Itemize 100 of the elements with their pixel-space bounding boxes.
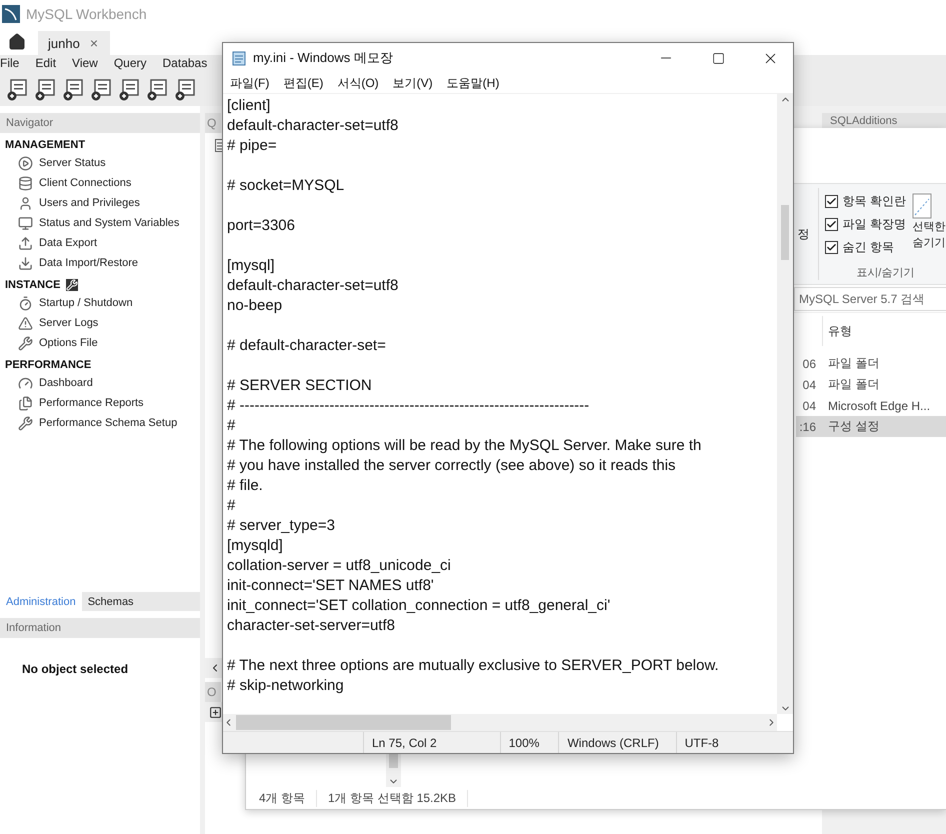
panel-header: Information [0, 618, 200, 638]
navigator-item[interactable]: Performance Schema Setup [0, 413, 200, 433]
sidebar-tab[interactable]: Administration [0, 592, 82, 611]
scroll-thumb[interactable] [781, 205, 789, 260]
table-cell-text: Microsoft Edge H... [827, 398, 932, 412]
search-field[interactable]: MySQL Server 5.7 검색 [794, 286, 946, 310]
code-line: # you have installed the server correctly (see above) so it reads this [227, 457, 676, 474]
code-line: # [227, 497, 236, 514]
files-icon [18, 396, 33, 410]
table-cell-text: 06 [802, 356, 816, 370]
hide-selected-button[interactable]: 선택한 숨기기 [912, 193, 946, 256]
status-text: UTF-8 [676, 732, 793, 753]
wrench-icon [18, 416, 33, 430]
file-row[interactable]: 04 파일 폴더 [796, 374, 946, 395]
upload-icon [18, 236, 33, 250]
code-line: init-connect='SET NAMES utf8' [227, 577, 434, 594]
play-icon [18, 156, 33, 170]
status-text: Ln 75, Col 2 [363, 732, 500, 753]
code-line: port=3306 [227, 217, 295, 234]
status-text: Windows (CRLF) [558, 732, 676, 753]
scroll-thumb[interactable] [236, 715, 451, 730]
download-icon [18, 256, 33, 270]
ribbon-label: 정 [798, 226, 810, 242]
code-line: # server_type=3 [227, 517, 335, 534]
wrench-icon [18, 336, 33, 350]
navigator-item[interactable]: Data Export [0, 233, 200, 253]
code-line: # [227, 417, 236, 434]
file-row[interactable]: 06 파일 폴더 [796, 353, 946, 374]
connection-tab[interactable]: junho × [38, 31, 110, 55]
panel-header: Navigator [0, 113, 200, 133]
navigator-item[interactable]: Data Import/Restore [0, 253, 200, 273]
code-line: [mysql] [227, 257, 275, 274]
file-row[interactable]: 04 Microsoft Edge H... [796, 395, 946, 416]
window-title: my.ini - Windows 메모장 [253, 49, 394, 67]
table-cell-text: 파일 폴더 [827, 376, 880, 393]
navigator-item[interactable]: Users and Privileges [0, 193, 200, 213]
status-text: 100% [500, 732, 558, 753]
checkbox[interactable] [824, 241, 838, 254]
code-line: # pipe= [227, 137, 277, 154]
section-title: INSTANCE [5, 279, 60, 291]
section-title: PERFORMANCE [5, 359, 92, 371]
navigator-item[interactable]: Startup / Shutdown [0, 293, 200, 313]
code-line: [mysqld] [227, 537, 283, 554]
code-line: # ---------------------------------------------------------------------- [227, 397, 590, 414]
status-text: 1개 항목 선택함 15.2KB [328, 790, 468, 806]
menu-item[interactable]: 파일(F) [230, 74, 270, 92]
navigator-item[interactable]: Server Status [0, 153, 200, 173]
menu-item[interactable]: View [72, 55, 98, 72]
section-title: MANAGEMENT [5, 139, 86, 151]
menu-item[interactable]: Query [114, 55, 147, 72]
navigator-item[interactable]: Options File [0, 333, 200, 353]
table-cell-text: :16 [798, 420, 816, 434]
info-message: No object selected [21, 661, 130, 678]
hide-selected-icon [912, 193, 932, 219]
checkbox[interactable] [824, 218, 838, 231]
navigator-item[interactable]: Client Connections [0, 173, 200, 193]
code-line: # file. [227, 477, 263, 494]
monitor-icon [18, 216, 33, 230]
code-line: # The next three options are mutually exclusive to SERVER_PORT below. [227, 657, 719, 674]
warning-icon [18, 316, 33, 330]
code-line: default-character-set=utf8 [227, 117, 398, 134]
navigator-item[interactable]: Performance Reports [0, 393, 200, 413]
menu-item[interactable]: File [0, 55, 20, 72]
menu-item[interactable]: 편집(E) [283, 74, 324, 92]
scrollbar[interactable] [777, 94, 793, 714]
scrollbar[interactable] [386, 754, 401, 787]
checkbox-label: 숨긴 항목 [842, 239, 894, 256]
code-line: no-beep [227, 297, 282, 314]
menu-item[interactable]: 도움말(H) [446, 74, 500, 92]
code-line: collation-server = utf8_unicode_ci [227, 557, 451, 574]
menu-item[interactable]: Edit [35, 55, 56, 72]
code-line: # socket=MYSQL [227, 177, 344, 194]
panel-header: SQLAdditions [822, 113, 946, 129]
window-title: MySQL Workbench [26, 6, 147, 22]
status-text: 4개 항목 [259, 790, 318, 806]
column-header[interactable]: 유형 [822, 316, 946, 346]
menu-item[interactable]: 서식(O) [337, 74, 379, 92]
code-line: [client] [227, 97, 270, 114]
file-row[interactable]: :16 구성 설정 [796, 416, 946, 437]
code-line: # skip-networking [227, 677, 344, 694]
code-line: # SERVER SECTION [227, 377, 372, 394]
navigator-item[interactable]: Dashboard [0, 373, 200, 393]
navigator-item[interactable]: Status and System Variables [0, 213, 200, 233]
code-line: # default-character-set= [227, 337, 386, 354]
notepad-icon [231, 50, 247, 66]
checkbox[interactable] [824, 195, 838, 208]
user-icon [18, 196, 33, 210]
table-cell-text: 파일 폴더 [827, 355, 880, 372]
menu-item[interactable]: Databas [162, 55, 208, 72]
code-line: # The following options will be read by the MySQL Server. Make sure th [227, 437, 702, 454]
table-cell-text: 구성 설정 [827, 418, 880, 435]
code-line: character-set-server=utf8 [227, 617, 395, 634]
navigator-item[interactable]: Server Logs [0, 313, 200, 333]
group-label: 표시/숨기기 [855, 266, 916, 281]
menu-item[interactable]: 보기(V) [392, 74, 433, 92]
scrollbar[interactable] [223, 714, 777, 731]
code-line: init_connect='SET collation_connection = utf8_general_ci' [227, 597, 610, 614]
code-line: default-character-set=utf8 [227, 277, 398, 294]
checkbox-label: 파일 확장명 [842, 216, 906, 233]
wrench-icon [66, 279, 78, 291]
